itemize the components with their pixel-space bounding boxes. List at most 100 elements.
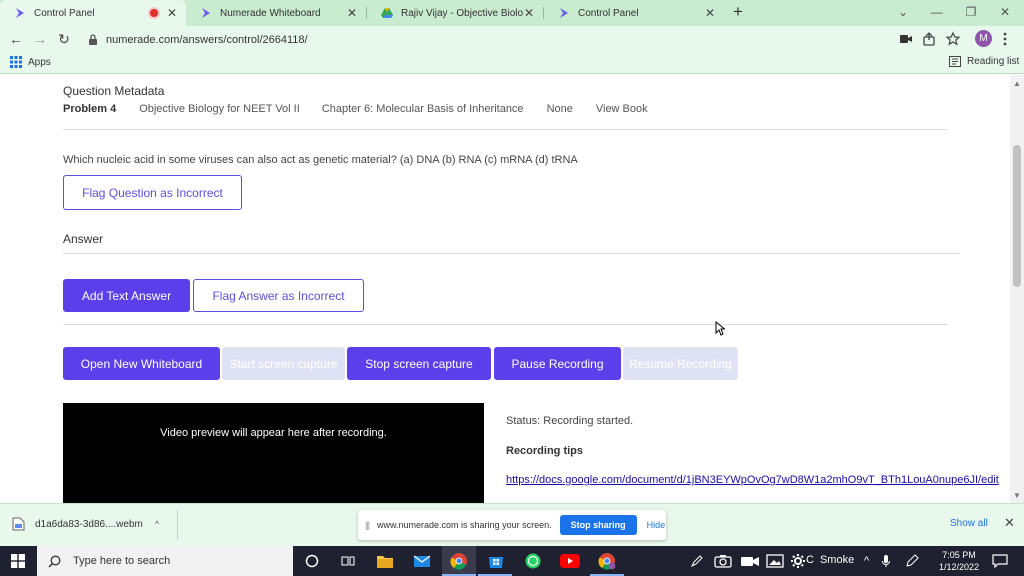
chrome-profile-icon[interactable] <box>597 551 617 571</box>
taskbar-clock[interactable]: 7:05 PM 1/12/2022 <box>930 549 988 573</box>
address-bar[interactable]: numerade.com/answers/control/2664118/ <box>82 29 962 50</box>
camera-icon[interactable] <box>714 554 732 568</box>
video-preview: Video preview will appear here after rec… <box>63 403 484 503</box>
forward-icon[interactable]: → <box>31 30 49 48</box>
tab-numerade-whiteboard[interactable]: Numerade Whiteboard ✕ <box>186 0 366 26</box>
stop-screen-capture-button[interactable]: Stop screen capture <box>347 347 491 380</box>
divider <box>63 253 960 254</box>
tab-control-panel[interactable]: Control Panel ✕ <box>544 0 724 26</box>
download-item[interactable]: d1a6da83-3d86....webm ^ <box>12 517 159 531</box>
minimize-icon[interactable]: — <box>920 0 954 26</box>
scrollbar-thumb[interactable] <box>1013 145 1021 287</box>
reload-icon[interactable]: ↻ <box>55 30 73 48</box>
system-tray <box>690 546 806 576</box>
chrome-icon[interactable] <box>449 551 469 571</box>
close-download-bar-icon[interactable]: ✕ <box>1004 515 1015 531</box>
pen-icon[interactable] <box>690 554 704 568</box>
open-whiteboard-button[interactable]: Open New Whiteboard <box>63 347 220 380</box>
store-icon[interactable] <box>486 551 506 571</box>
chapter-title: Chapter 6: Molecular Basis of Inheritanc… <box>321 103 524 115</box>
close-window-icon[interactable]: ✕ <box>988 0 1022 26</box>
taskbar-search[interactable]: Type here to search <box>37 546 293 576</box>
video-placeholder-text: Video preview will appear here after rec… <box>160 427 387 439</box>
page-scrollbar[interactable]: ▲ ▼ <box>1010 75 1024 503</box>
task-view-icon[interactable] <box>338 551 358 571</box>
start-screen-capture-button[interactable]: Start screen capture <box>222 347 345 380</box>
microphone-icon[interactable] <box>881 554 891 568</box>
hide-share-bar-button[interactable]: Hide <box>647 520 666 530</box>
tab-search-chevron-icon[interactable]: ⌄ <box>886 0 920 26</box>
weather-glyph-icon: C <box>806 554 814 566</box>
screen-share-bar: ||| www.numerade.com is sharing your scr… <box>358 510 666 540</box>
close-tab-icon[interactable]: ✕ <box>704 6 716 20</box>
google-drive-icon <box>381 8 393 18</box>
scroll-down-icon[interactable]: ▼ <box>1013 491 1021 500</box>
stop-sharing-button[interactable]: Stop sharing <box>559 515 637 535</box>
view-book-link[interactable]: View Book <box>596 103 648 115</box>
restore-icon[interactable]: ❐ <box>954 0 988 26</box>
drag-handle-icon[interactable]: ||| <box>365 520 370 530</box>
lock-icon[interactable] <box>88 34 98 45</box>
notifications-icon[interactable] <box>992 554 1008 568</box>
file-icon <box>12 517 25 531</box>
recording-tips-link[interactable]: https://docs.google.com/document/d/1jBN3… <box>506 474 999 486</box>
close-tab-icon[interactable]: ✕ <box>166 6 178 20</box>
bookmark-star-icon[interactable] <box>945 31 961 47</box>
mail-icon[interactable] <box>412 551 432 571</box>
mouse-cursor-icon <box>715 321 725 336</box>
pause-recording-button[interactable]: Pause Recording <box>494 347 621 380</box>
file-explorer-icon[interactable] <box>375 551 395 571</box>
cortana-icon[interactable] <box>302 551 322 571</box>
add-text-answer-button[interactable]: Add Text Answer <box>63 279 190 312</box>
recording-status: Status: Recording started. <box>506 415 634 427</box>
photos-icon[interactable] <box>766 554 784 568</box>
video-camera-icon[interactable] <box>740 554 760 568</box>
new-tab-icon[interactable]: + <box>733 2 743 22</box>
whatsapp-icon[interactable] <box>523 551 543 571</box>
close-tab-icon[interactable]: ✕ <box>523 6 535 20</box>
settings-gear-icon[interactable] <box>790 553 806 569</box>
reading-list-button[interactable]: Reading list <box>949 56 1019 67</box>
download-bar: d1a6da83-3d86....webm ^ ||| www.numerade… <box>0 503 1024 546</box>
problem-number: Problem 4 <box>63 103 117 115</box>
flag-question-button[interactable]: Flag Question as Incorrect <box>63 175 242 210</box>
tab-objective-biology[interactable]: Rajiv Vijay - Objective Biology fo ✕ <box>367 0 543 26</box>
download-options-icon[interactable]: ^ <box>155 519 159 529</box>
reading-list-icon <box>949 56 961 67</box>
windows-start-icon[interactable] <box>11 554 25 568</box>
weather-label[interactable]: C Smoke <box>806 554 854 566</box>
resume-recording-button[interactable]: Resume Recording <box>623 347 738 380</box>
clock-time: 7:05 PM <box>942 550 976 560</box>
share-message: www.numerade.com is sharing your screen. <box>377 520 552 530</box>
apps-label: Apps <box>28 56 51 68</box>
numerade-favicon-icon <box>202 8 210 18</box>
flag-answer-button[interactable]: Flag Answer as Incorrect <box>193 279 364 312</box>
apps-bookmark[interactable]: Apps <box>10 56 51 68</box>
recording-indicator-icon <box>150 9 158 17</box>
show-hidden-icons-chevron-icon[interactable]: ^ <box>864 555 869 567</box>
section-value: None <box>546 103 573 115</box>
tab-title: Rajiv Vijay - Objective Biology fo <box>401 7 523 19</box>
browser-toolbar: ← → ↻ numerade.com/answers/control/26641… <box>0 26 1024 52</box>
apps-grid-icon <box>10 56 22 68</box>
search-icon <box>48 555 61 568</box>
numerade-favicon-icon <box>16 8 24 18</box>
tray-icons: ^ <box>864 546 919 576</box>
camera-in-use-icon[interactable] <box>898 31 914 47</box>
tab-title: Control Panel <box>578 7 639 19</box>
numerade-favicon-icon <box>560 8 568 18</box>
back-icon[interactable]: ← <box>7 30 25 48</box>
tab-control-panel-active[interactable]: Control Panel ✕ <box>0 0 186 26</box>
show-all-downloads-link[interactable]: Show all <box>950 518 988 529</box>
youtube-icon[interactable] <box>560 551 580 571</box>
divider <box>63 324 948 325</box>
close-tab-icon[interactable]: ✕ <box>346 6 358 20</box>
share-icon[interactable] <box>921 31 937 47</box>
pen-workspace-icon[interactable] <box>905 554 919 568</box>
scroll-up-icon[interactable]: ▲ <box>1013 79 1021 88</box>
profile-avatar[interactable]: M <box>975 30 992 47</box>
more-menu-icon[interactable] <box>1003 32 1007 46</box>
answer-heading: Answer <box>63 232 104 246</box>
download-filename: d1a6da83-3d86....webm <box>35 518 143 530</box>
recording-tips-heading: Recording tips <box>506 445 584 457</box>
